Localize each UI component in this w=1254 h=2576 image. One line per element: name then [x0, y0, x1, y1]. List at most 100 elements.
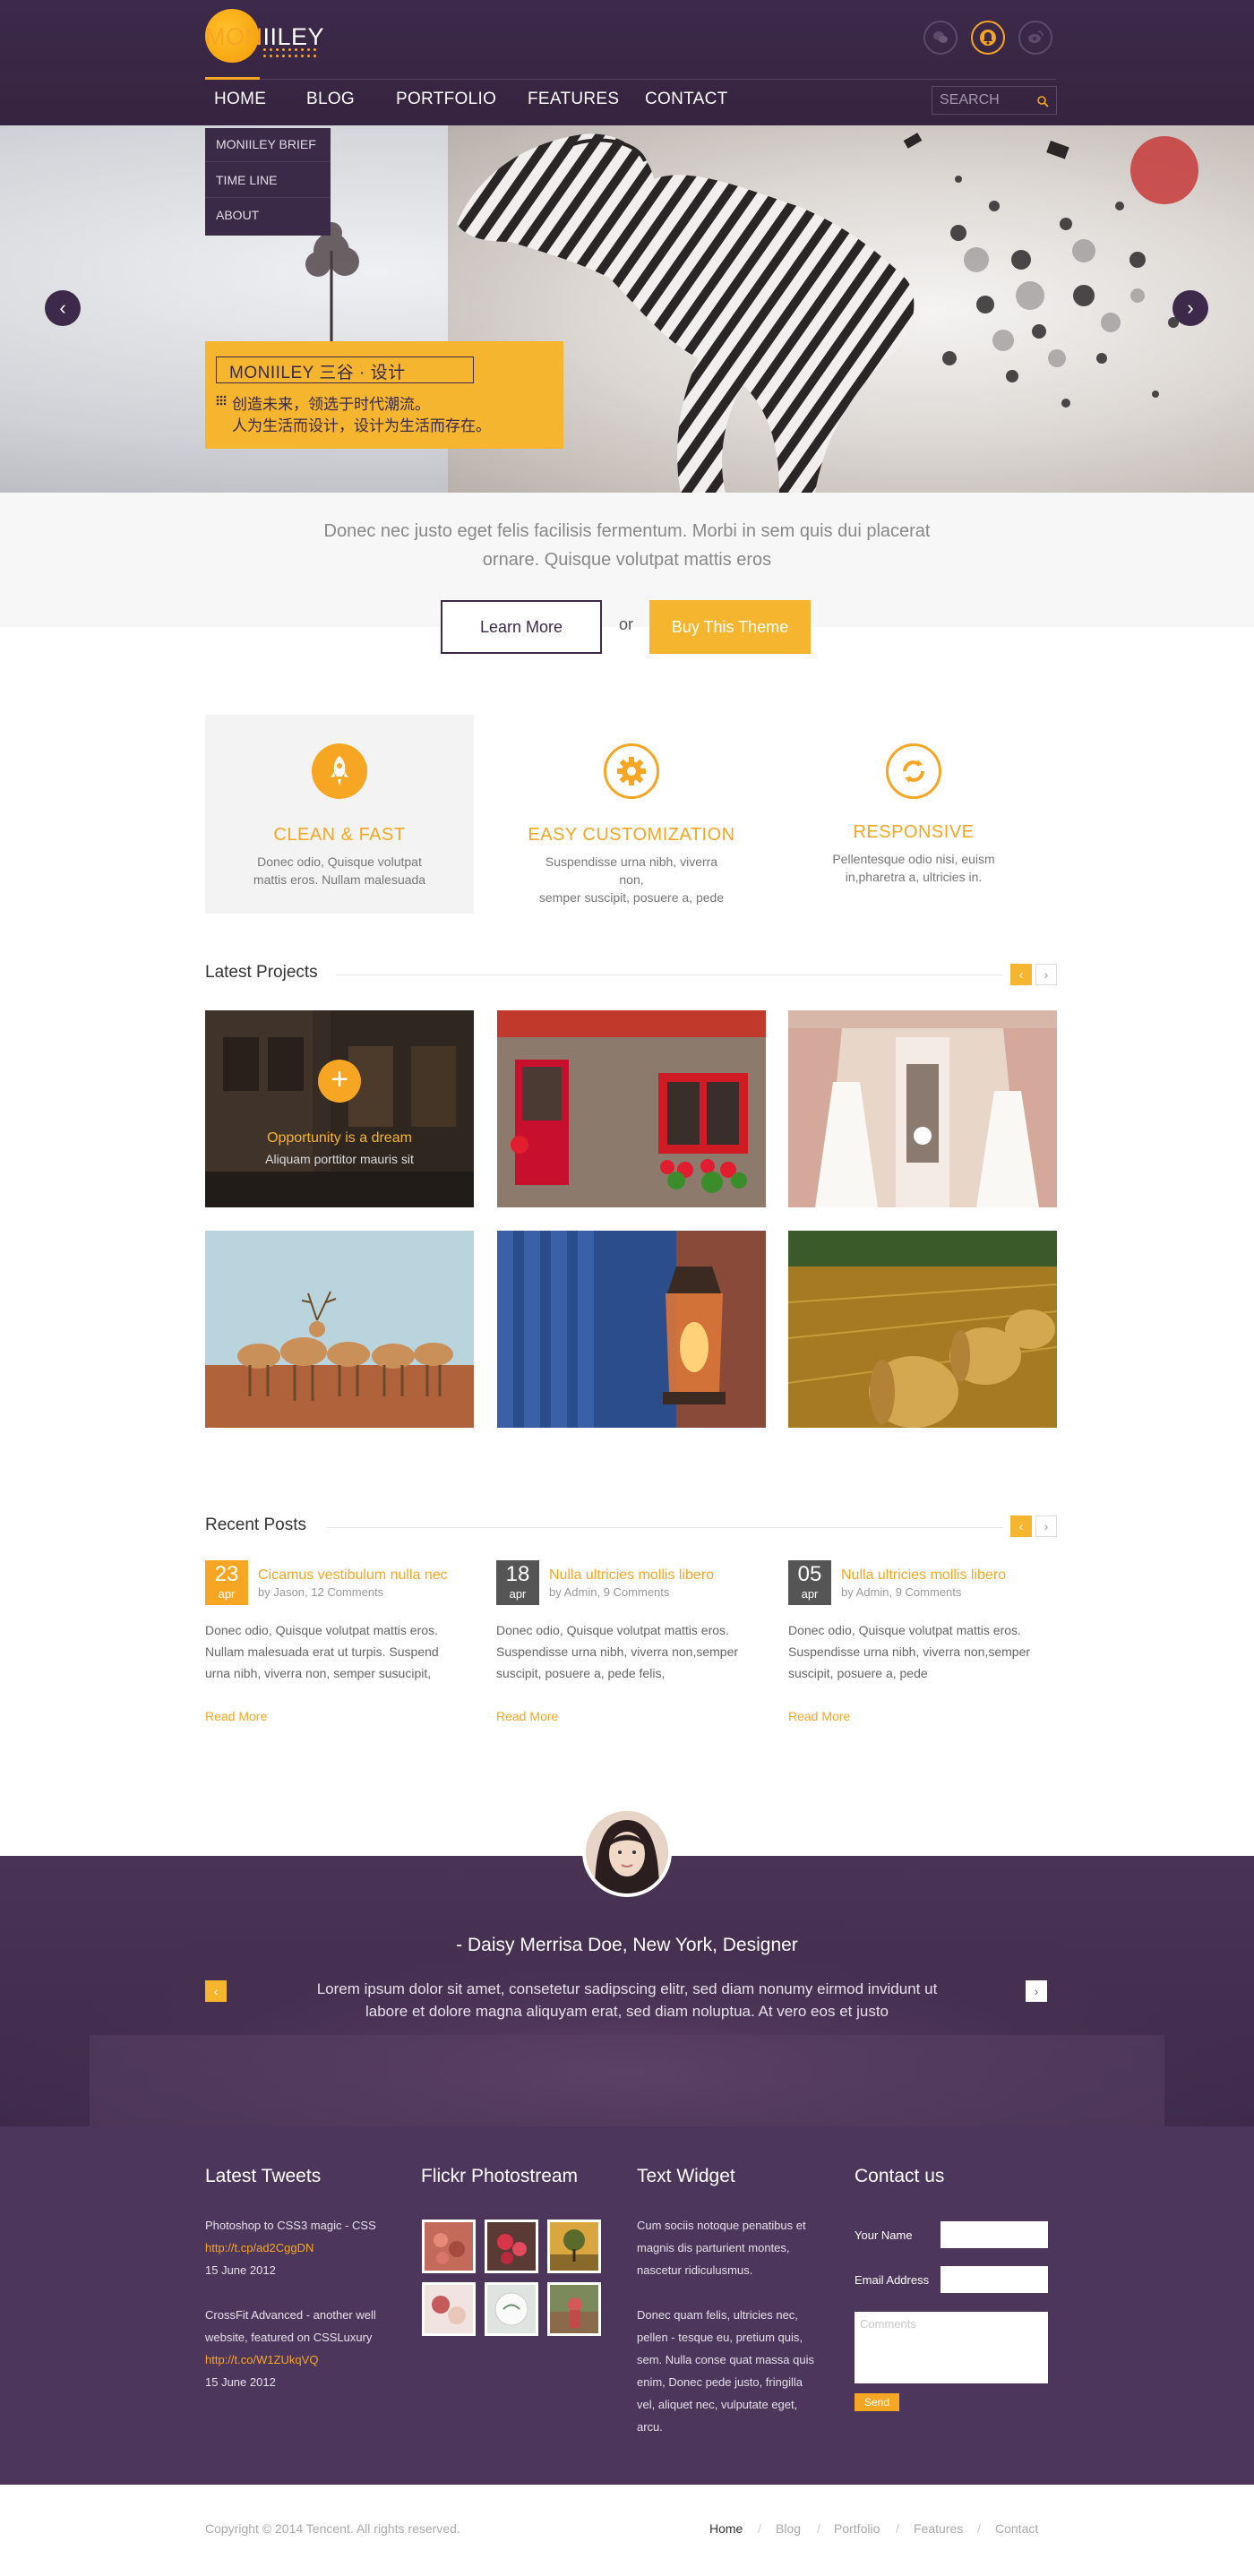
header-divider [205, 79, 1056, 80]
post-body: Donec odio, Quisque volutpat mattis eros… [496, 1619, 765, 1684]
posts-next-button[interactable]: › [1035, 1516, 1057, 1537]
post-meta: by Admin, 9 Comments [841, 1585, 962, 1599]
hero-slider [0, 125, 1254, 493]
search-input[interactable] [940, 92, 1029, 108]
name-field[interactable] [940, 2221, 1048, 2248]
search-box [932, 86, 1057, 115]
widget-line: vel, aliquet nec, vulputate eget, [637, 2398, 798, 2411]
bottom-nav-home[interactable]: Home [709, 2521, 743, 2536]
posts-heading: Recent Posts [205, 1516, 306, 1534]
bottom-nav-portfolio[interactable]: Portfolio [834, 2521, 880, 2536]
nav-blog[interactable]: BLOG [306, 90, 355, 109]
refresh-icon [886, 743, 941, 799]
search-icon[interactable] [1036, 95, 1049, 107]
read-more-link[interactable]: Read More [788, 1709, 850, 1723]
buy-theme-button[interactable]: Buy This Theme [649, 600, 811, 654]
posts-prev-button[interactable]: ‹ [1010, 1516, 1032, 1537]
send-button[interactable]: Send [855, 2393, 899, 2411]
tweet-text: Photoshop to CSS3 magic - CSS [205, 2219, 376, 2232]
widget-line: sem. Nulla conse quat massa quis [637, 2353, 814, 2366]
feature-desc: Donec odio, Quisque volutpat mattis eros… [241, 853, 438, 889]
feature-clean-fast[interactable]: CLEAN & FAST Donec odio, Quisque volutpa… [205, 715, 474, 914]
footer-flickr-title: Flickr Photostream [421, 2166, 579, 2186]
flickr-thumb[interactable] [422, 2220, 476, 2273]
bottom-nav-separator: / [896, 2521, 899, 2536]
post-body-line: Suspendisse urna nibh, viverra non,sempe… [788, 1644, 1031, 1659]
dropdown-item-brief[interactable]: MONIILEY BRIEF [216, 137, 316, 151]
tweet-text: CrossFit Advanced - another well [205, 2308, 376, 2322]
hero-next-button[interactable]: › [1172, 290, 1208, 326]
site-header [0, 0, 1254, 125]
feature-title: EASY CUSTOMIZATION [528, 825, 735, 845]
learn-more-button[interactable]: Learn More [441, 600, 602, 654]
feature-customization[interactable]: EASY CUSTOMIZATION Suspendisse urna nibh… [497, 715, 766, 914]
testimonial-prev-button[interactable]: ‹ [205, 1980, 227, 2002]
email-field[interactable] [940, 2266, 1048, 2293]
project-street[interactable]: + Opportunity is a dream Aliquam porttit… [205, 1010, 474, 1207]
hero-caption-line2: 人为生活而设计，设计为生活而存在。 [232, 417, 491, 435]
post-body-line: Donec odio, Quisque volutpat mattis eros… [496, 1623, 729, 1637]
testimonial-quote: Lorem ipsum dolor sit amet, consetetur s… [296, 1978, 958, 2022]
projects-prev-button[interactable]: ‹ [1010, 964, 1032, 985]
project-wedding-dress[interactable] [788, 1010, 1057, 1207]
post-body: Donec odio, Quisque volutpat mattis eros… [788, 1619, 1057, 1684]
flickr-thumb[interactable] [485, 2282, 538, 2336]
post-title[interactable]: Cicamus vestibulum nulla nec [258, 1567, 448, 1584]
projects-next-button[interactable]: › [1035, 964, 1057, 985]
feature-desc-line2: mattis eros. Nullam malesuada [253, 872, 426, 887]
bell-icon[interactable] [971, 21, 1005, 55]
project-subcaption: Aliquam porttitor mauris sit [265, 1152, 414, 1166]
wechat-icon[interactable] [923, 21, 958, 55]
flickr-thumb[interactable] [547, 2220, 601, 2273]
project-deer[interactable] [205, 1231, 474, 1428]
bottom-bar [0, 2485, 1254, 2576]
post-body-line: Donec odio, Quisque volutpat mattis eros… [205, 1623, 438, 1637]
read-more-link[interactable]: Read More [496, 1709, 558, 1723]
post-body: Donec odio, Quisque volutpat mattis eros… [205, 1619, 474, 1684]
nav-features[interactable]: FEATURES [528, 90, 619, 109]
flickr-thumb[interactable] [485, 2220, 538, 2273]
bottom-nav-features[interactable]: Features [914, 2521, 963, 2536]
widget-line: arcu. [637, 2420, 663, 2434]
footer-tweets-title: Latest Tweets [205, 2166, 322, 2186]
widget-line: Cum sociis notoque penatibus et [637, 2219, 806, 2232]
testimonial-next-button[interactable]: › [1026, 1980, 1047, 2002]
read-more-link[interactable]: Read More [205, 1709, 267, 1723]
bottom-nav-contact[interactable]: Contact [995, 2521, 1038, 2536]
post-month: apr [509, 1587, 527, 1601]
project-red-window[interactable] [497, 1010, 766, 1207]
project-lantern[interactable] [497, 1231, 766, 1428]
feature-desc-line1: Donec odio, Quisque volutpat [257, 854, 422, 869]
feature-desc-line1: Suspendisse urna nibh, viverra non, [545, 854, 718, 887]
tweet-link[interactable]: http://t.co/W1ZUkqVQ [205, 2353, 318, 2366]
post-date-badge: 05 apr [788, 1560, 831, 1605]
nav-portfolio[interactable]: PORTFOLIO [396, 90, 496, 109]
or-label: or [619, 615, 634, 633]
widget-line: magnis dis parturient montes, [637, 2241, 790, 2254]
tweet-text: website, featured on CSSLuxury [205, 2331, 373, 2344]
comments-field[interactable] [855, 2312, 1048, 2383]
plus-icon[interactable]: + [318, 1060, 361, 1103]
flickr-thumb[interactable] [422, 2282, 476, 2336]
post-title[interactable]: Nulla ultricies mollis libero [549, 1567, 714, 1584]
nav-contact[interactable]: CONTACT [645, 90, 728, 109]
avatar [582, 1807, 672, 1897]
project-hay-bales[interactable] [788, 1231, 1057, 1428]
email-label: Email Address [855, 2273, 930, 2287]
hero-prev-button[interactable]: ‹ [45, 290, 81, 326]
post-title[interactable]: Nulla ultricies mollis libero [841, 1567, 1006, 1584]
caption-dots [216, 395, 227, 406]
tweet-link[interactable]: http://t.cp/ad2CggDN [205, 2241, 314, 2254]
hero-caption: MONIILEY 三谷 · 设计 创造未来，领选于时代潮流。 人为生活而设计，设… [205, 341, 563, 449]
bottom-nav-blog[interactable]: Blog [776, 2521, 801, 2536]
post-day: 05 [797, 1562, 822, 1586]
dropdown-item-timeline[interactable]: TIME LINE [216, 173, 277, 187]
flickr-thumb[interactable] [547, 2282, 601, 2336]
feature-responsive[interactable]: RESPONSIVE Pellentesque odio nisi, euism… [779, 715, 1048, 914]
dropdown-item-about[interactable]: ABOUT [216, 208, 259, 222]
logo-prefix: MON [205, 23, 263, 50]
post-month: apr [801, 1587, 819, 1601]
weibo-icon[interactable] [1018, 21, 1052, 55]
post-date-badge: 23 apr [205, 1560, 248, 1605]
nav-home[interactable]: HOME [214, 90, 266, 109]
